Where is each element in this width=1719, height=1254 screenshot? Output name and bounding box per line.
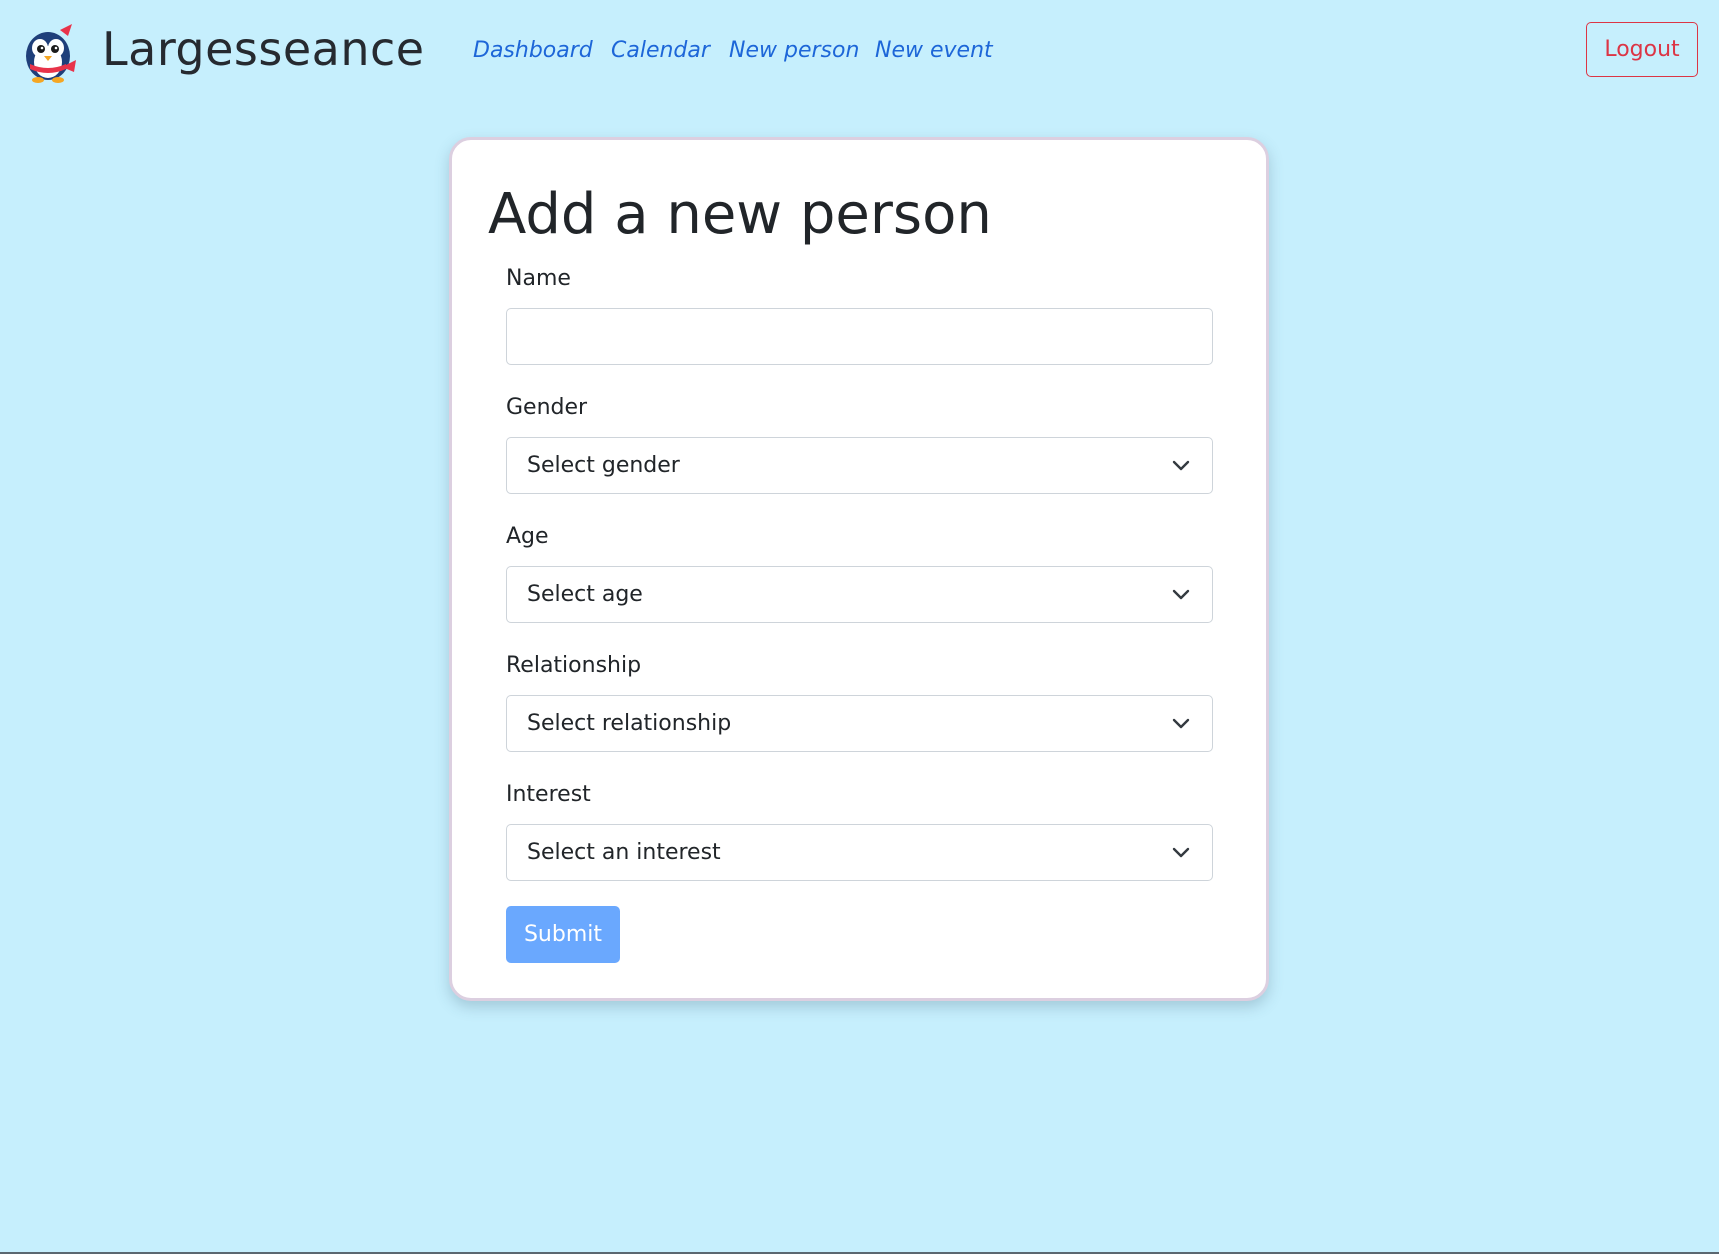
chevron-down-icon: [1172, 718, 1190, 728]
relationship-select-value: Select relationship: [527, 711, 732, 736]
chevron-down-icon: [1172, 847, 1190, 857]
age-label: Age: [506, 524, 549, 549]
gender-label: Gender: [506, 395, 588, 420]
chevron-down-icon: [1172, 460, 1190, 470]
logout-button[interactable]: Logout: [1586, 22, 1698, 77]
name-input[interactable]: [506, 308, 1213, 365]
nav-link-new-event[interactable]: New event: [875, 36, 993, 66]
interest-select[interactable]: Select an interest: [506, 824, 1213, 881]
age-select-value: Select age: [527, 582, 643, 607]
submit-button[interactable]: Submit: [506, 906, 620, 963]
gender-select[interactable]: Select gender: [506, 437, 1213, 494]
chevron-down-icon: [1172, 589, 1190, 599]
page-title: Add a new person: [488, 182, 992, 247]
interest-label: Interest: [506, 782, 591, 807]
nav-link-new-person[interactable]: New person: [729, 36, 859, 66]
interest-select-value: Select an interest: [527, 840, 721, 865]
top-navbar: Largesseance Dashboard Calendar New pers…: [0, 0, 1719, 104]
penguin-logo-icon[interactable]: [16, 20, 80, 84]
relationship-select[interactable]: Select relationship: [506, 695, 1213, 752]
nav-link-calendar[interactable]: Calendar: [611, 36, 710, 66]
gender-select-value: Select gender: [527, 453, 680, 478]
brand-name[interactable]: Largesseance: [102, 18, 425, 80]
nav-link-dashboard[interactable]: Dashboard: [473, 36, 593, 66]
name-label: Name: [506, 266, 571, 291]
age-select[interactable]: Select age: [506, 566, 1213, 623]
relationship-label: Relationship: [506, 653, 642, 678]
